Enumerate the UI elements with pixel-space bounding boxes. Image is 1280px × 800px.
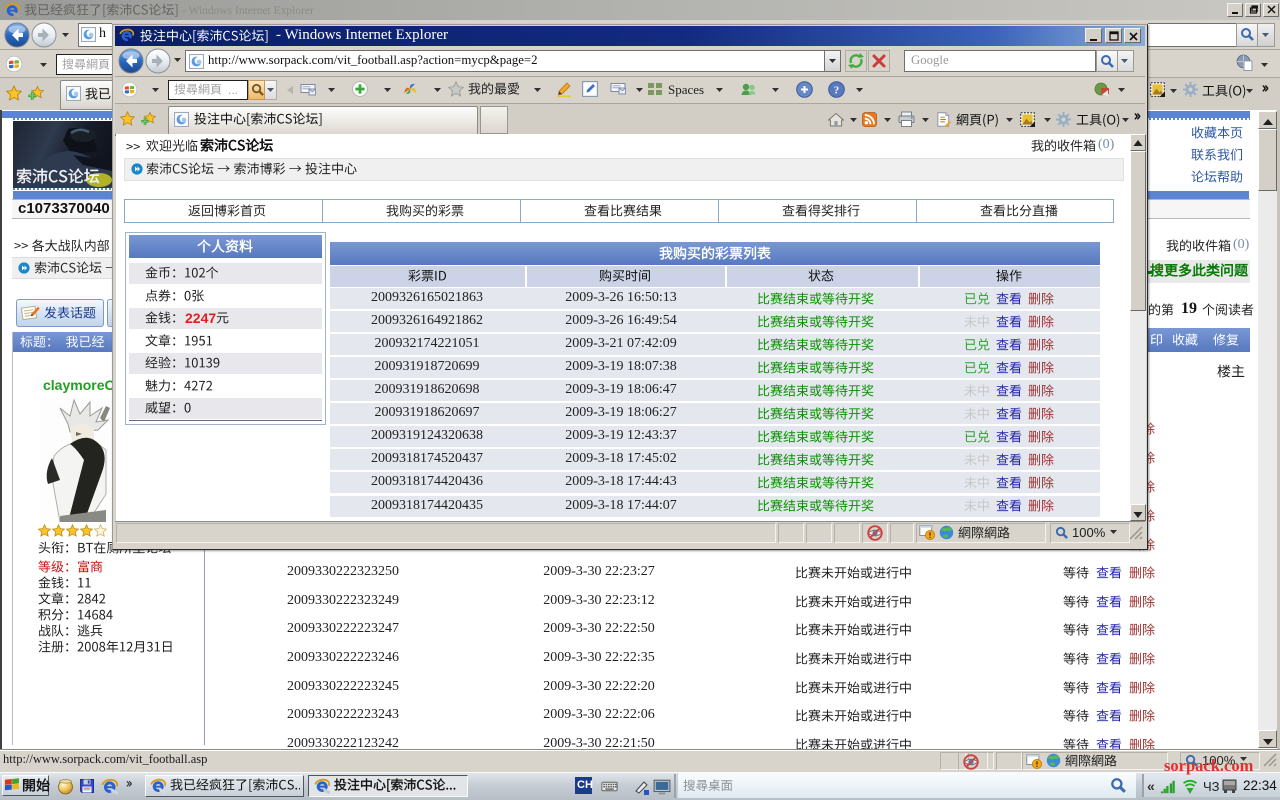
svg-text:?: ? xyxy=(834,85,840,97)
